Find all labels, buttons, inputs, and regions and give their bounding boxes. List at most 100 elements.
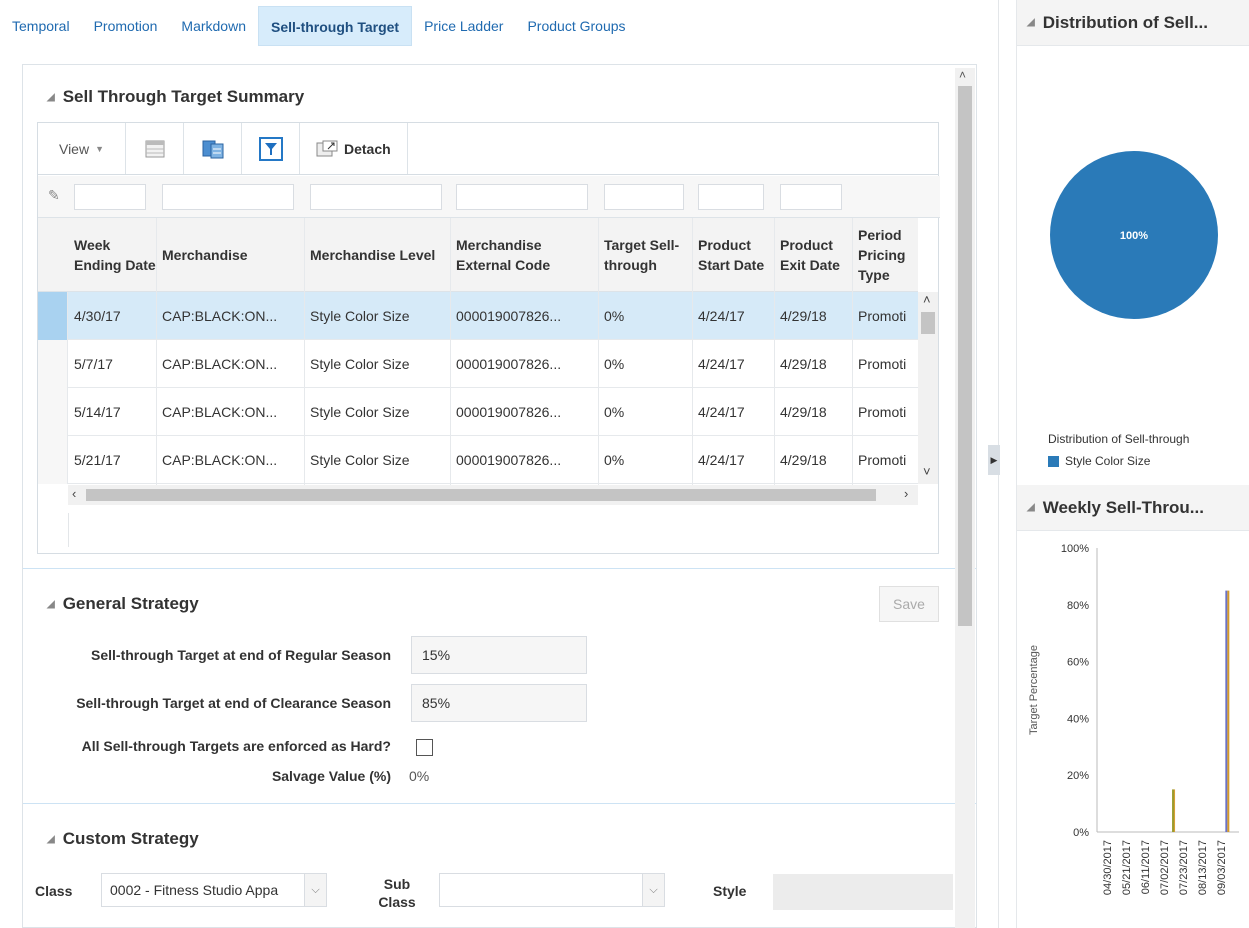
col-merchandise-level[interactable]: Merchandise Level [304,218,450,292]
scroll-up-icon[interactable]: ˄ [923,292,931,307]
cell-start: 4/24/17 [698,404,745,420]
cell-week: 5/14/17 [74,404,121,420]
app-root: Temporal Promotion Markdown Sell-through… [0,0,1249,928]
cell-code: 000019007826... [456,308,562,324]
cell-pricing: Promoti [858,452,907,468]
cell-exit: 4/29/18 [780,452,827,468]
cell-merchandise: CAP:BLACK:ON... [162,356,278,372]
view-menu[interactable]: View ▼ [38,123,126,174]
filter-target[interactable] [604,184,684,210]
class-select-value: 0002 - Fitness Studio Appa [110,882,279,898]
cell-level: Style Color Size [310,356,410,372]
scroll-thumb[interactable] [86,489,876,501]
col-external-code[interactable]: Merchandise External Code [450,218,598,292]
scroll-down-icon[interactable]: ˅ [923,464,931,479]
hard-targets-checkbox[interactable] [416,739,433,756]
filter-exit-date[interactable] [780,184,842,210]
subclass-select[interactable]: ⌵ [439,873,665,907]
table-horizontal-scrollbar[interactable]: ‹ › [68,485,918,505]
col-pricing-type[interactable]: Period Pricing Type [852,218,918,292]
col-product-exit[interactable]: Product Exit Date [774,218,852,292]
cell-target: 0% [604,308,625,324]
legend-title: Distribution of Sell-through [1048,432,1190,446]
distribution-panel-header[interactable]: ◢ Distribution of Sell... [1017,0,1249,46]
filter-start-date[interactable] [698,184,764,210]
view-label: View [58,140,90,157]
tab-temporal[interactable]: Temporal [0,6,82,46]
custom-strategy-header[interactable]: ◢ Custom Strategy [47,829,199,849]
style-input[interactable] [773,874,953,910]
table-vertical-scrollbar[interactable]: ˄ ˅ [918,292,938,484]
tab-sell-through-target[interactable]: Sell-through Target [258,6,413,46]
bar [1225,590,1228,832]
filter-row: ✎ [38,176,940,218]
general-strategy-header[interactable]: ◢ General Strategy [47,594,199,614]
chevron-down-icon[interactable]: ⌵ [304,874,326,906]
filter-external-code[interactable] [456,184,588,210]
y-tick-label: 100% [1061,543,1089,555]
cell-target: 0% [604,404,625,420]
x-tick-label: 04/30/2017 [1102,840,1114,895]
tab-markdown[interactable]: Markdown [169,6,258,46]
col-target-sell-through[interactable]: Target Sell-through [598,218,692,292]
x-tick-label: 08/13/2017 [1197,840,1209,895]
panel-splitter[interactable]: ▶ [985,0,1000,928]
distribution-title: Distribution of Sell... [1042,12,1208,32]
weekly-panel-header[interactable]: ◢ Weekly Sell-Throu... [1017,485,1249,531]
collapse-triangle-icon[interactable]: ◢ [47,599,55,610]
cell-code: 000019007826... [456,404,562,420]
format-button[interactable] [126,123,184,174]
filter-icon [258,136,283,161]
col-week-ending[interactable]: Week Ending Date [68,218,156,292]
col-merchandise[interactable]: Merchandise [156,218,304,292]
freeze-button[interactable] [184,123,242,174]
general-strategy-title: General Strategy [62,594,199,613]
x-tick-label: 07/02/2017 [1159,840,1171,895]
scroll-thumb[interactable] [921,312,935,334]
y-tick-label: 80% [1067,600,1089,612]
chevron-down-icon[interactable]: ⌵ [642,874,664,906]
scroll-thumb[interactable] [958,86,972,626]
save-button[interactable]: Save [879,586,939,622]
y-tick-label: 0% [1073,827,1089,839]
tab-promotion[interactable]: Promotion [82,6,170,46]
y-tick-label: 60% [1067,657,1089,669]
x-tick-label: 06/11/2017 [1140,840,1152,894]
filter-week-ending[interactable] [74,184,146,210]
tab-product-groups[interactable]: Product Groups [515,6,637,46]
bar-edge [1227,590,1230,832]
summary-section-header[interactable]: ◢ Sell Through Target Summary [47,87,304,107]
scroll-left-icon[interactable]: ‹ [72,486,76,501]
cell-exit: 4/29/18 [780,404,827,420]
detach-button[interactable]: Detach [300,123,408,174]
table-row[interactable]: 5/7/17 CAP:BLACK:ON... Style Color Size … [38,340,918,388]
cell-merchandise: CAP:BLACK:ON... [162,452,278,468]
collapse-triangle-icon[interactable]: ◢ [1027,17,1035,28]
table-row[interactable]: 5/21/17 CAP:BLACK:ON... Style Color Size… [38,436,918,484]
table-row[interactable]: 4/30/17 CAP:BLACK:ON... Style Color Size… [38,292,918,340]
cell-exit: 4/29/18 [780,356,827,372]
table-footer [38,507,938,553]
y-axis-label: Target Percentage [1028,645,1040,735]
regular-season-input[interactable]: 15% [411,636,587,674]
y-tick-label: 40% [1067,713,1089,725]
class-select[interactable]: 0002 - Fitness Studio Appa ⌵ [101,873,327,907]
table-row[interactable]: 5/14/17 CAP:BLACK:ON... Style Color Size… [38,388,918,436]
main-vertical-scrollbar[interactable]: ˄ [955,68,975,928]
table-format-icon [145,140,164,157]
scroll-up-icon[interactable]: ˄ [959,68,966,82]
regular-season-label: Sell-through Target at end of Regular Se… [91,647,391,663]
collapse-triangle-icon[interactable]: ◢ [47,92,55,103]
expand-arrow-icon[interactable]: ▶ [988,445,1000,475]
legend-item[interactable]: Style Color Size [1048,454,1150,468]
filter-merchandise[interactable] [162,184,294,210]
scroll-right-icon[interactable]: › [904,486,908,501]
query-by-example-button[interactable] [242,123,300,174]
cell-start: 4/24/17 [698,308,745,324]
col-product-start[interactable]: Product Start Date [692,218,774,292]
clearance-season-input[interactable]: 85% [411,684,587,722]
collapse-triangle-icon[interactable]: ◢ [1027,502,1035,513]
filter-merchandise-level[interactable] [310,184,442,210]
collapse-triangle-icon[interactable]: ◢ [47,834,55,845]
tab-price-ladder[interactable]: Price Ladder [412,6,515,46]
